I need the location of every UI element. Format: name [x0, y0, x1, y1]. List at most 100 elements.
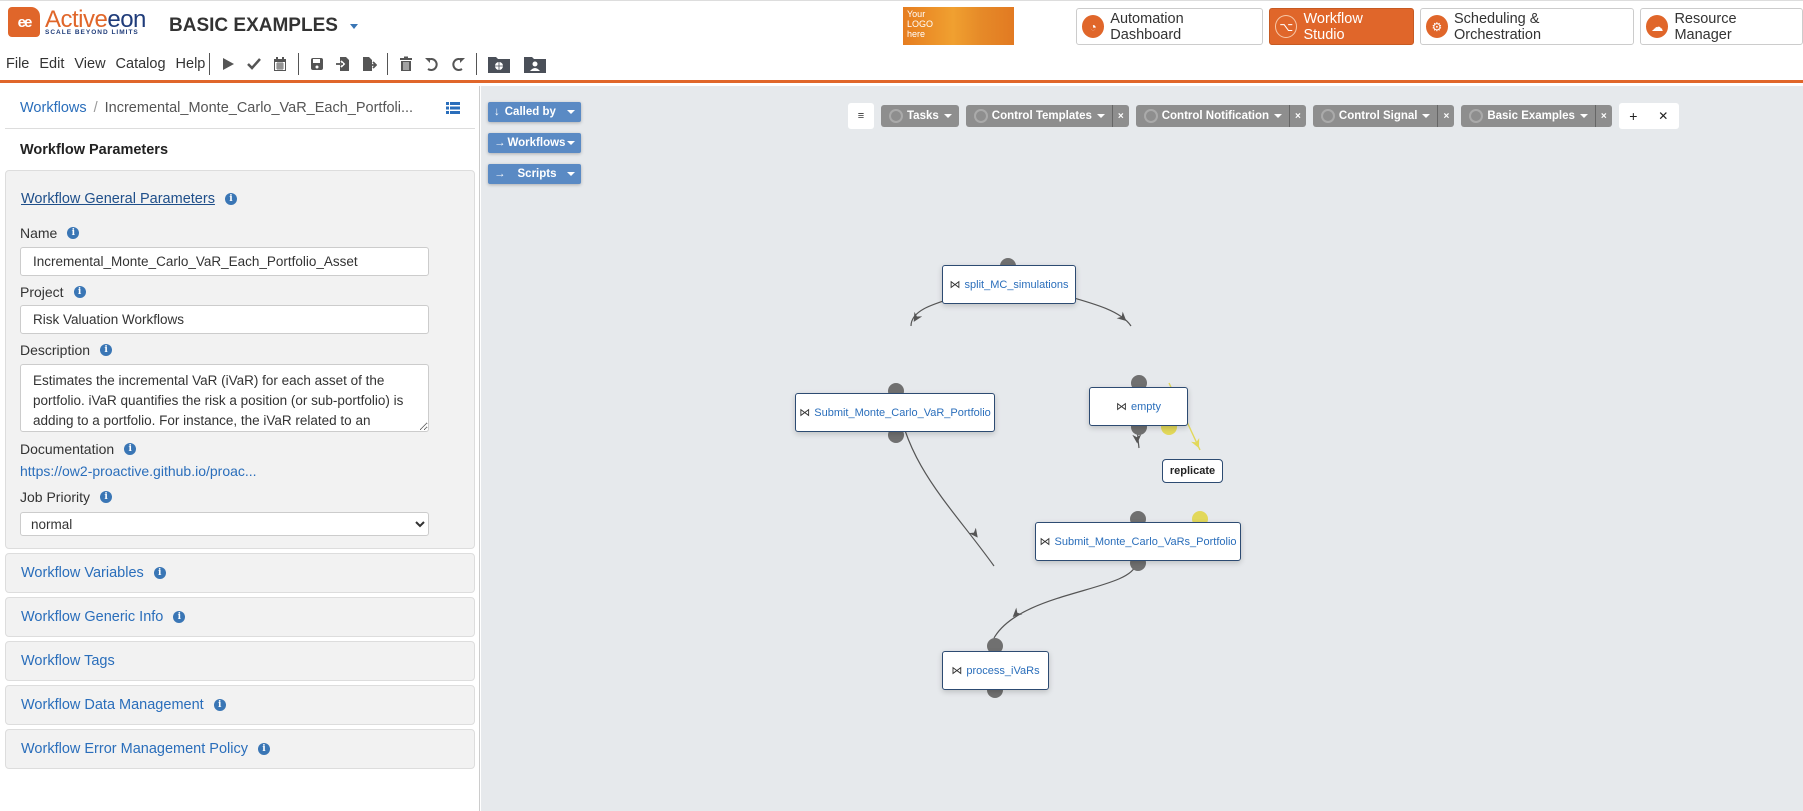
label-text: Project: [20, 284, 64, 300]
info-icon[interactable]: i: [73, 286, 86, 298]
name-label: Name i: [20, 225, 80, 241]
task-label: Submit_Monte_Carlo_VaR_Portfolio: [814, 406, 991, 419]
workflow-canvas[interactable]: ↓ Called by → Workflows → Scripts ≡ Task…: [481, 86, 1803, 811]
panel-title: Workflow Parameters: [20, 142, 169, 158]
label-text: Documentation: [20, 441, 115, 457]
breadcrumb-workflows-link[interactable]: Workflows: [20, 100, 87, 116]
logo-line: here: [907, 29, 926, 39]
list-view-icon[interactable]: [445, 100, 461, 116]
trash-icon[interactable]: [398, 56, 414, 72]
section-heading: Workflow Tags: [21, 653, 115, 669]
cloud-icon: ☁: [1646, 15, 1669, 38]
import-icon[interactable]: [335, 56, 351, 72]
workflow-tags-section[interactable]: Workflow Tags: [5, 641, 475, 681]
task-submit-monte-carlo-var-portfolio[interactable]: ⋈ Submit_Monte_Carlo_VaR_Portfolio: [795, 393, 995, 432]
section-heading: Workflow Error Management Policy: [21, 741, 248, 757]
portal-resource-manager[interactable]: ☁ Resource Manager: [1640, 8, 1803, 45]
portal-scheduling-orchestration[interactable]: ⚙ Scheduling & Orchestration: [1419, 8, 1635, 45]
job-priority-select[interactable]: normal: [20, 512, 429, 536]
info-icon[interactable]: i: [124, 443, 137, 455]
task-split-mc-simulations[interactable]: ⋈ split_MC_simulations: [942, 265, 1076, 304]
activeeon-logo[interactable]: ee Activeeon SCALE BEYOND LIMITS: [8, 7, 146, 37]
portal-workflow-studio[interactable]: ⌥ Workflow Studio: [1269, 8, 1414, 45]
task-icon: ⋈: [949, 279, 961, 291]
logo-mark-icon: ee: [8, 7, 40, 37]
workflow-data-management-section[interactable]: Workflow Data Management i: [5, 685, 475, 725]
menu-catalog[interactable]: Catalog: [116, 56, 166, 72]
workflow-name-input[interactable]: [20, 247, 429, 276]
calendar-icon[interactable]: [272, 56, 288, 72]
workflow-error-management-section[interactable]: Workflow Error Management Policy i: [5, 729, 475, 769]
task-icon: ⋈: [1039, 536, 1051, 548]
logo-tagline: SCALE BEYOND LIMITS: [45, 28, 139, 36]
portal-automation-dashboard[interactable]: ◔ Automation Dashboard: [1076, 8, 1264, 45]
section-heading: Workflow General Parameters: [21, 191, 215, 207]
section-heading: Workflow Generic Info: [21, 609, 164, 625]
workflow-parameters-panel: Workflows / Incremental_Monte_Carlo_VaR_Ea…: [0, 86, 480, 811]
toolbar-divider: [209, 53, 211, 75]
task-icon: ⋈: [951, 665, 962, 677]
menu-file[interactable]: File: [6, 56, 29, 72]
general-parameters-toggle[interactable]: Workflow General Parameters i: [21, 191, 237, 207]
menu-toolbar: File Edit View Catalog Help: [0, 48, 1803, 83]
label-text: Name: [20, 225, 58, 241]
section-toggle[interactable]: Workflow Generic Info i: [21, 609, 186, 625]
menu-help[interactable]: Help: [176, 56, 206, 72]
divider: [5, 128, 475, 129]
workflow-variables-section[interactable]: Workflow Variables i: [5, 553, 475, 593]
task-icon: ⋈: [799, 407, 810, 419]
section-toggle[interactable]: Workflow Tags: [21, 653, 115, 669]
portal-label: Scheduling & Orchestration: [1453, 10, 1542, 43]
folder-globe-icon[interactable]: [487, 54, 511, 74]
chevron-down-icon: [349, 23, 358, 29]
description-label: Description i: [20, 342, 113, 358]
play-icon[interactable]: [220, 56, 236, 72]
toolbar-divider: [298, 53, 300, 75]
job-priority-label: Job Priority i: [20, 489, 113, 505]
label-text: Description: [20, 342, 91, 358]
documentation-link[interactable]: https://ow2-proactive.github.io/proac...: [20, 463, 257, 479]
section-heading: Workflow Variables: [21, 565, 144, 581]
section-toggle[interactable]: Workflow Variables i: [21, 565, 166, 581]
check-icon[interactable]: [246, 56, 262, 72]
toolbar-divider: [387, 53, 389, 75]
info-icon[interactable]: i: [67, 227, 80, 239]
breadcrumb: Workflows / Incremental_Monte_Carlo_VaR_Ea…: [20, 100, 413, 116]
info-icon[interactable]: i: [224, 193, 237, 205]
label-text: Job Priority: [20, 489, 91, 505]
task-label: split_MC_simulations: [964, 278, 1069, 291]
info-icon[interactable]: i: [100, 491, 113, 503]
task-process-ivars[interactable]: ⋈ process_iVaRs: [942, 651, 1049, 690]
portal-label: Workflow Studio: [1303, 10, 1363, 43]
info-icon[interactable]: i: [153, 567, 166, 579]
info-icon[interactable]: i: [257, 743, 270, 755]
menu-edit[interactable]: Edit: [39, 56, 64, 72]
bucket-selector[interactable]: BASIC EXAMPLES: [169, 15, 358, 37]
save-icon[interactable]: [309, 56, 325, 72]
info-icon[interactable]: i: [213, 699, 226, 711]
section-heading: Workflow Data Management: [21, 697, 204, 713]
edge-submit-vars-to-process: [993, 563, 1137, 639]
portal-label: Automation Dashboard: [1110, 10, 1184, 43]
export-icon[interactable]: [361, 56, 378, 72]
folder-user-icon[interactable]: [523, 54, 547, 74]
section-toggle[interactable]: Workflow Error Management Policy i: [21, 741, 270, 757]
task-empty[interactable]: ⋈ empty: [1089, 387, 1188, 426]
project-label: Project i: [20, 284, 86, 300]
section-toggle[interactable]: Workflow Data Management i: [21, 697, 226, 713]
workflow-generic-info-section[interactable]: Workflow Generic Info i: [5, 597, 475, 637]
info-icon[interactable]: i: [173, 611, 186, 623]
menu-view[interactable]: View: [74, 56, 105, 72]
info-icon[interactable]: i: [100, 344, 113, 356]
redo-icon[interactable]: [450, 56, 466, 72]
top-header: ee Activeeon SCALE BEYOND LIMITS BASIC E…: [0, 0, 1803, 48]
task-submit-monte-carlo-vars-portfolio[interactable]: ⋈ Submit_Monte_Carlo_VaRs_Portfolio: [1035, 522, 1241, 561]
custom-logo-placeholder: Your LOGO here: [903, 7, 1014, 45]
toolbar-divider: [476, 53, 478, 75]
project-input[interactable]: [20, 305, 429, 334]
undo-icon[interactable]: [424, 56, 440, 72]
replicate-label[interactable]: replicate: [1162, 459, 1223, 483]
task-label: process_iVaRs: [966, 664, 1040, 677]
task-icon: ⋈: [1116, 401, 1127, 413]
description-textarea[interactable]: Estimates the incremental VaR (iVaR) for…: [20, 364, 429, 432]
